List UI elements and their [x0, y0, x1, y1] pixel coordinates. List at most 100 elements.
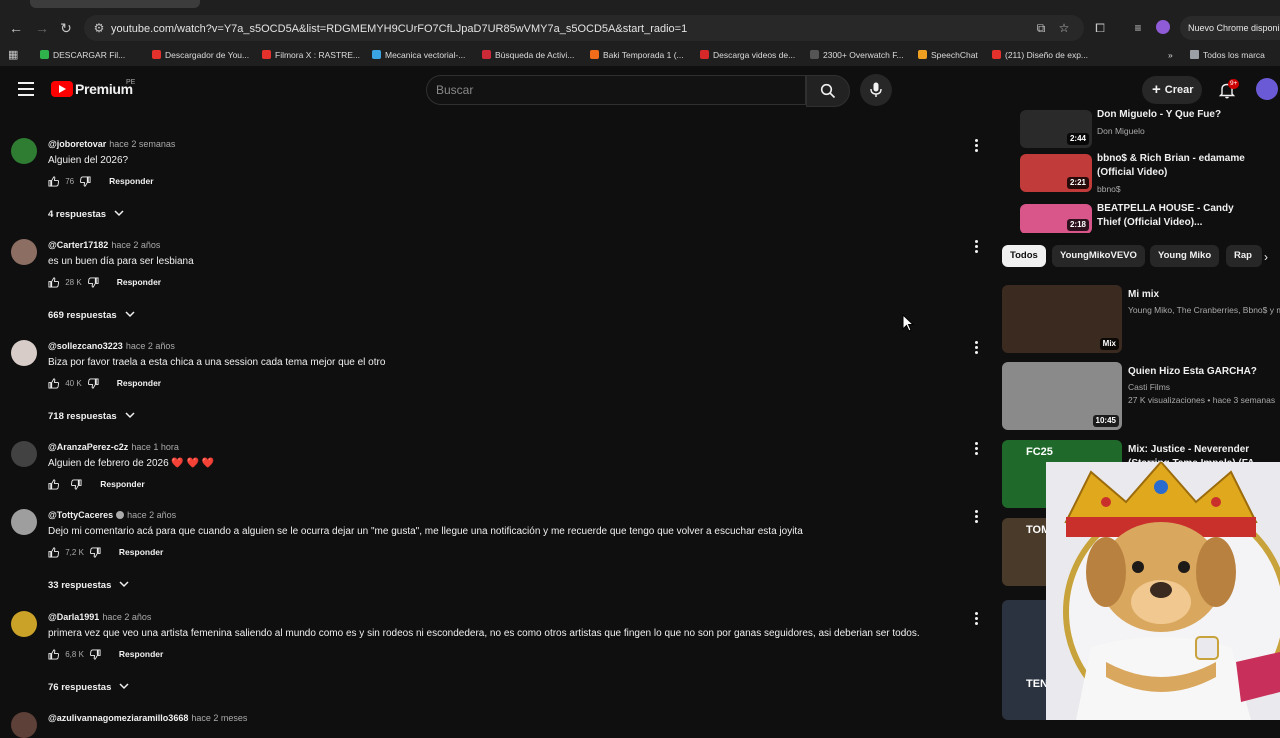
bookmark-item[interactable]: Filmora X : RASTRE...: [262, 48, 360, 62]
reply-button[interactable]: Responder: [109, 176, 153, 186]
author-handle[interactable]: @Carter17182: [48, 240, 108, 250]
extensions-icon[interactable]: ⧠: [1093, 21, 1107, 35]
recommended-title[interactable]: Quien Hizo Esta GARCHA?: [1128, 365, 1278, 379]
comment-avatar[interactable]: [11, 712, 37, 738]
bookmark-item[interactable]: Descarga videos de...: [700, 48, 795, 62]
filter-chip[interactable]: Todos: [1002, 245, 1046, 267]
reply-button[interactable]: Responder: [119, 547, 163, 557]
bookmark-item[interactable]: SpeechChat: [918, 48, 978, 62]
reply-button[interactable]: Responder: [119, 649, 163, 659]
view-replies-button[interactable]: 4 respuestas: [48, 209, 124, 220]
comment-author[interactable]: @AranzaPerez-c2z hace 1 hora: [48, 442, 179, 452]
dislike-button[interactable]: [87, 378, 99, 389]
comment-avatar[interactable]: [11, 509, 37, 535]
reload-icon[interactable]: ↻: [58, 20, 74, 36]
back-icon[interactable]: ←: [8, 20, 24, 36]
playlist-channel[interactable]: bbno$: [1097, 184, 1121, 194]
comment-author[interactable]: @Carter17182 hace 2 años: [48, 240, 160, 250]
dislike-button[interactable]: [71, 479, 82, 490]
comment-avatar[interactable]: [11, 441, 37, 467]
forward-icon[interactable]: →: [34, 20, 50, 36]
author-handle[interactable]: @TottyCaceres: [48, 510, 113, 520]
bookmark-item[interactable]: (211) Diseño de exp...: [992, 48, 1088, 62]
recommended-title[interactable]: Mi mix: [1128, 288, 1278, 302]
url-text[interactable]: youtube.com/watch?v=Y7a_s5OCD5A&list=RDG…: [111, 23, 687, 35]
view-replies-button[interactable]: 669 respuestas: [48, 310, 135, 321]
filter-chip[interactable]: Young Miko: [1150, 245, 1220, 267]
apps-grid-icon[interactable]: ▦: [8, 48, 18, 61]
logo-text[interactable]: Premium: [75, 81, 133, 97]
playlist-thumbnail[interactable]: 2:21: [1020, 154, 1092, 192]
browser-tab[interactable]: [30, 0, 200, 8]
reply-button[interactable]: Responder: [117, 277, 161, 287]
playlist-video-title[interactable]: BEATPELLA HOUSE - Candy Thief (Official …: [1097, 202, 1247, 230]
comment-more-icon[interactable]: [975, 240, 979, 255]
media-control-icon[interactable]: ≡: [1131, 21, 1145, 35]
view-replies-button[interactable]: 718 respuestas: [48, 411, 135, 422]
comment-more-icon[interactable]: [975, 341, 979, 356]
dislike-button[interactable]: [87, 277, 99, 288]
all-bookmarks-folder[interactable]: Todos los marca: [1190, 48, 1265, 62]
profile-avatar[interactable]: [1156, 20, 1170, 34]
playlist-thumbnail[interactable]: 2:44: [1020, 110, 1092, 148]
menu-icon[interactable]: [18, 82, 34, 96]
comment-timestamp[interactable]: hace 2 semanas: [109, 139, 175, 149]
cast-icon[interactable]: ⧉: [1034, 21, 1048, 35]
comment-more-icon[interactable]: [975, 442, 979, 457]
comment-avatar[interactable]: [11, 138, 37, 164]
comment-more-icon[interactable]: [975, 612, 979, 627]
bookmark-item[interactable]: Mecanica vectorial-...: [372, 48, 465, 62]
bookmark-item[interactable]: Descargador de You...: [152, 48, 249, 62]
comment-timestamp[interactable]: hace 2 años: [126, 341, 175, 351]
author-handle[interactable]: @AranzaPerez-c2z: [48, 442, 128, 452]
bookmark-item[interactable]: DESCARGAR Fil...: [40, 48, 125, 62]
author-handle[interactable]: @joboretovar: [48, 139, 106, 149]
search-input[interactable]: [426, 75, 806, 105]
playlist-thumbnail[interactable]: 2:18: [1020, 204, 1092, 234]
search-button[interactable]: [806, 75, 850, 107]
playlist-video-title[interactable]: Don Miguelo - Y Que Fue?: [1097, 108, 1247, 122]
bookmark-item[interactable]: Baki Temporada 1 (...: [590, 48, 684, 62]
dislike-button[interactable]: [80, 176, 91, 187]
dislike-button[interactable]: [89, 547, 101, 558]
filter-chip[interactable]: Rap: [1226, 245, 1262, 267]
create-button[interactable]: + Crear: [1142, 76, 1202, 104]
comment-timestamp[interactable]: hace 2 meses: [191, 713, 247, 723]
comment-timestamp[interactable]: hace 2 años: [102, 612, 151, 622]
recommended-channel[interactable]: Young Miko, The Cranberries, Bbno$ y más: [1128, 305, 1280, 315]
recommended-thumbnail[interactable]: Mix: [1002, 285, 1122, 353]
playlist-channel[interactable]: Don Miguelo: [1097, 126, 1145, 136]
bookmark-item[interactable]: 2300+ Overwatch F...: [810, 48, 904, 62]
reply-button[interactable]: Responder: [117, 378, 161, 388]
like-button[interactable]: [48, 479, 60, 490]
chevron-right-icon[interactable]: ›: [1264, 250, 1268, 264]
voice-search-button[interactable]: [860, 74, 892, 106]
comment-author[interactable]: @TottyCaceres hace 2 años: [48, 510, 176, 520]
like-button[interactable]: [48, 277, 60, 288]
comment-avatar[interactable]: [11, 611, 37, 637]
bookmarks-overflow-button[interactable]: »: [1168, 48, 1173, 62]
view-replies-button[interactable]: 33 respuestas: [48, 580, 129, 591]
author-handle[interactable]: @Darla1991: [48, 612, 99, 622]
comment-author[interactable]: @joboretovar hace 2 semanas: [48, 139, 175, 149]
dislike-button[interactable]: [89, 649, 101, 660]
bookmark-item[interactable]: Búsqueda de Activi...: [482, 48, 574, 62]
filter-chip[interactable]: YoungMikoVEVO: [1052, 245, 1145, 267]
like-button[interactable]: [48, 649, 60, 660]
view-replies-button[interactable]: 76 respuestas: [48, 682, 129, 693]
comment-timestamp[interactable]: hace 1 hora: [131, 442, 179, 452]
comment-avatar[interactable]: [11, 340, 37, 366]
site-info-icon[interactable]: ⚙: [92, 21, 106, 35]
author-handle[interactable]: @azulivannagomeziaramillo3668: [48, 713, 188, 723]
reply-button[interactable]: Responder: [100, 479, 144, 489]
playlist-video-title[interactable]: bbno$ & Rich Brian - edamame (Official V…: [1097, 152, 1247, 180]
comment-timestamp[interactable]: hace 2 años: [111, 240, 160, 250]
account-avatar[interactable]: [1256, 78, 1278, 100]
author-handle[interactable]: @sollezcano3223: [48, 341, 123, 351]
bookmark-star-icon[interactable]: ☆: [1057, 21, 1071, 35]
comment-more-icon[interactable]: [975, 510, 979, 525]
chrome-update-button[interactable]: Nuevo Chrome disponible: [1180, 16, 1280, 40]
like-button[interactable]: [48, 176, 60, 187]
recommended-channel[interactable]: Casti Films: [1128, 382, 1280, 392]
like-button[interactable]: [48, 378, 60, 389]
